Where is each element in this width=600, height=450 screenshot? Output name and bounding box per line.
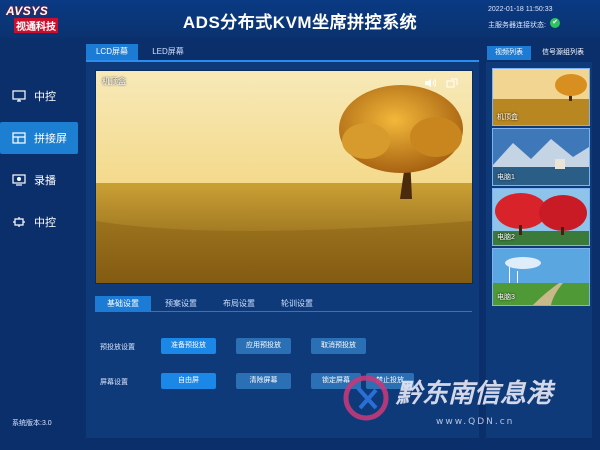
tab-layout-settings[interactable]: 布局设置	[211, 296, 267, 311]
system-version: 系统版本:3.0	[12, 420, 52, 427]
svg-text:www.QDN.cn: www.QDN.cn	[436, 417, 514, 427]
pre-cast-settings-label: 预投放设置	[100, 344, 135, 351]
screen-settings-label: 屏幕设置	[100, 379, 128, 386]
preview-source-label: 机顶盒	[102, 77, 126, 86]
app-title: ADS分布式KVM坐席拼控系统	[182, 13, 418, 32]
settings-tabs: 基础设置 预案设置 布局设置 轮训设置	[95, 296, 472, 312]
sidebar-item-splice-screen[interactable]: 拼接屏	[0, 122, 78, 154]
preview-image	[96, 71, 472, 283]
sidebar-item-control[interactable]: 中控	[0, 80, 78, 112]
clear-screen-button[interactable]: 清除屏幕	[236, 373, 291, 389]
splice-screen-icon	[12, 132, 26, 144]
screen-tabs: LCD屏幕 LED屏幕	[86, 44, 479, 62]
tab-source-group-list[interactable]: 信号源组列表	[534, 46, 592, 60]
prepare-precast-button[interactable]: 准备预投放	[161, 338, 216, 354]
record-icon	[12, 174, 26, 186]
free-screen-button[interactable]: 自由屏	[161, 373, 216, 389]
cancel-precast-button[interactable]: 取消预投放	[311, 338, 366, 354]
control-icon	[12, 216, 26, 228]
logo-text: AVSYS	[6, 4, 49, 18]
thumb-label: 机顶盒	[497, 114, 518, 121]
company-logo: AVSYS 视通科技	[6, 4, 68, 34]
apply-precast-button[interactable]: 应用预投放	[236, 338, 291, 354]
sidebar-item-record[interactable]: 录播	[0, 164, 78, 196]
tab-lcd-screen[interactable]: LCD屏幕	[86, 44, 138, 60]
volume-icon[interactable]	[424, 75, 437, 87]
sidebar-item-label: 录播	[34, 175, 56, 187]
server-status-label: 主服务器连接状态:	[488, 22, 546, 29]
video-thumb[interactable]: 电脑1	[492, 128, 590, 186]
datetime: 2022-01-18 11:50:33	[488, 6, 553, 13]
thumb-label: 电脑3	[497, 294, 515, 301]
sidebar-item-label: 中控	[34, 217, 56, 229]
fullscreen-icon[interactable]	[446, 75, 458, 88]
video-thumb[interactable]: 机顶盒	[492, 68, 590, 126]
check-icon: ✔	[550, 18, 560, 28]
thumb-label: 电脑1	[497, 174, 515, 181]
sidebar-item-central-control[interactable]: 中控	[0, 206, 78, 238]
sidebar-item-label: 中控	[34, 91, 56, 103]
thumb-label: 电脑2	[497, 234, 515, 241]
screen-preview[interactable]: 机顶盒	[95, 70, 473, 284]
watermark-logo: 黔东南信息港 www.QDN.cn	[343, 375, 556, 427]
tab-basic-settings[interactable]: 基础设置	[95, 296, 151, 311]
video-thumb[interactable]: 电脑2	[492, 188, 590, 246]
tab-led-screen[interactable]: LED屏幕	[142, 44, 194, 60]
sidebar-item-label: 拼接屏	[34, 133, 67, 145]
watermark: 黔东南信息港 www.QDN.cn	[340, 368, 590, 440]
video-thumb[interactable]: 电脑3	[492, 248, 590, 306]
tab-plan-settings[interactable]: 预案设置	[153, 296, 209, 311]
logo-subtext: 视通科技	[14, 18, 58, 33]
tab-rotation-settings[interactable]: 轮训设置	[269, 296, 325, 311]
monitor-icon	[12, 90, 26, 102]
svg-text:黔东南信息港: 黔东南信息港	[395, 379, 556, 409]
tab-video-list[interactable]: 视频列表	[487, 46, 531, 60]
